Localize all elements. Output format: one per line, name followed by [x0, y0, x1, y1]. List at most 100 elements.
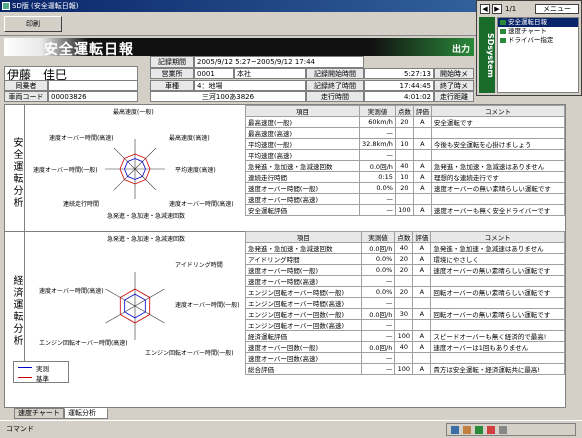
safety-cell: A	[412, 138, 432, 150]
table-row: アイドリング時間 0.0% 20 A 環境にやさしく	[245, 253, 565, 265]
economy-cell: 0.0回/h	[360, 308, 396, 320]
economy-cell: A	[412, 286, 432, 298]
tray-icon-3[interactable]	[475, 426, 483, 434]
economy-cell: —	[360, 275, 396, 287]
economy-header-1: 実測値	[360, 231, 396, 243]
safety-cell: 0.0%	[359, 182, 396, 194]
table-row: 連続走行時間 0:15 10 A 理想的な連続走行です	[245, 171, 566, 183]
safety-table: 項目 実測値 点数 評価 コメント 最高速度(一般) 60km/h 20 A 安全運転です 最高速度…	[245, 105, 566, 216]
app-icon	[2, 2, 10, 10]
safety-cell: 20	[394, 116, 414, 128]
safety-cell: 今後も安全運転を心掛けましょう	[430, 138, 566, 150]
vehicle-code-value: 00003826	[48, 91, 138, 102]
safety-cell	[394, 127, 414, 139]
economy-table: 項目 実測値 点数 評価 コメント 急発進・急加速・急減速回数 0.0回/h 40 A 急発進・急…	[245, 231, 565, 375]
economy-cell: 回転オーバーの無い素晴らしい運転です	[430, 308, 565, 320]
start-time-label: 記録開始時間	[306, 68, 364, 79]
popup-item-safety-report[interactable]: 安全運転日報	[498, 18, 578, 27]
economy-header-4: コメント	[430, 231, 565, 243]
economy-radar-label-4: エンジン回転オーバー時間(高速)	[39, 340, 128, 347]
safety-radar-label-2: 平均速度(高速)	[175, 167, 216, 174]
economy-cell: 20	[394, 264, 414, 276]
window-title: SD版 (安全運転日報)	[12, 2, 79, 10]
report-header: 安全運転日報 出力	[4, 38, 474, 58]
office-code: 0001	[194, 68, 234, 79]
economy-radar-label-1: アイドリング時間	[175, 262, 223, 269]
economy-cell: エンジン回転オーバー時間(高速)	[245, 297, 362, 309]
economy-cell: 30	[394, 308, 414, 320]
economy-header-0: 項目	[245, 231, 362, 243]
table-row: 速度オーバー時間(一般) 0.0% 20 A 速度オーバーの無い素晴らしい運転です	[245, 264, 565, 276]
safety-cell: 理想的な連続走行です	[430, 171, 566, 183]
economy-cell: —	[360, 352, 396, 364]
end-meter-label: 終了時メ	[434, 80, 474, 91]
menu-button[interactable]: メニュー	[535, 4, 579, 14]
safety-section-title: 安全運転分析	[5, 105, 25, 231]
popup-item-label: 安全運転日報	[508, 18, 547, 26]
safety-radar: 最高速度(一般) 最高速度(高速) 平均速度(高速) 速度オーバー時間(高速) …	[25, 105, 245, 231]
table-row: エンジン回転オーバー回数(高速) —	[245, 319, 565, 331]
table-row: 最高速度(一般) 60km/h 20 A 安全運転です	[245, 116, 566, 128]
safety-cell: 平均速度(高速)	[245, 149, 360, 161]
economy-cell: 総合評価	[245, 363, 362, 375]
safety-cell: —	[359, 127, 396, 139]
safety-cell	[430, 127, 566, 139]
period-label: 記録期間	[150, 56, 194, 68]
sdsystem-popup: ◀ ▶ 1/1 メニュー SDsystem 安全運転日報 速度チャート ドライバ…	[476, 0, 582, 96]
safety-cell: A	[412, 204, 432, 216]
economy-radar-label-5: 速度オーバー時間(高速)	[39, 288, 104, 295]
economy-radar-label-3: エンジン回転オーバー時間(一般)	[145, 350, 234, 357]
standard-legend-label: 基準	[36, 375, 49, 383]
measured-legend-line	[18, 367, 32, 368]
table-row: エンジン回転オーバー回数(一般) 0.0回/h 30 A 回転オーバーの無い素晴らしい運…	[245, 308, 565, 320]
tab-driving-analysis[interactable]: 運転分析	[64, 408, 108, 419]
economy-cell	[394, 319, 414, 331]
popup-item-driver-select[interactable]: ドライバー指定	[498, 36, 578, 45]
economy-cell: —	[360, 363, 396, 375]
safety-header-3: 評価	[412, 105, 432, 117]
analysis-panel: 安全運転分析 経済運転分析 最高速度(一般) 最高速度(高速) 平均速度(高速)…	[4, 104, 566, 408]
safety-radar-label-4: 急発進・急加速・急減速回数	[107, 213, 186, 220]
safety-cell: 100	[394, 204, 414, 216]
drive-time-label: 走行時間	[306, 91, 364, 102]
tray-icon-5[interactable]	[499, 426, 507, 434]
safety-radar-label-0: 最高速度(一般)	[113, 109, 154, 116]
office-name: 本社	[234, 68, 306, 79]
economy-cell: アイドリング時間	[245, 253, 362, 265]
popup-item-label: ドライバー指定	[508, 36, 554, 44]
tray-icon-1[interactable]	[451, 426, 459, 434]
economy-cell: A	[412, 330, 432, 342]
vehicle-type-label: 車種	[150, 80, 194, 91]
tab-speed-chart[interactable]: 速度チャート	[14, 408, 64, 419]
nav-back-button[interactable]: ◀	[480, 4, 490, 14]
economy-cell: 20	[394, 286, 414, 298]
economy-cell: A	[412, 341, 432, 353]
economy-cell: エンジン回転オーバー回数(高速)	[245, 319, 362, 331]
nav-forward-button[interactable]: ▶	[492, 4, 502, 14]
economy-cell: 速度オーバー回数(高速)	[245, 352, 362, 364]
economy-cell: 0.0%	[360, 264, 396, 276]
tray-icon-2[interactable]	[463, 426, 471, 434]
page-indicator: 1/1	[505, 5, 517, 13]
safety-header-0: 項目	[245, 105, 360, 117]
driver-icon	[500, 38, 506, 43]
passenger-label: 同乗者	[4, 80, 48, 91]
economy-cell: 急発進・急加速・急減速回数	[245, 242, 362, 254]
economy-cell: 速度オーバー回数(一般)	[245, 341, 362, 353]
safety-cell: 連続走行時間	[245, 171, 360, 183]
economy-cell: 急発進・急加速・急減速はありません	[430, 242, 565, 254]
start-meter-label: 開始時メ	[434, 68, 474, 79]
economy-cell: —	[360, 330, 396, 342]
economy-cell	[430, 275, 565, 287]
table-row: 速度オーバー回数(高速) —	[245, 352, 565, 364]
table-row: 速度オーバー時間(高速) —	[245, 275, 565, 287]
print-button[interactable]: 印刷	[4, 16, 62, 32]
economy-cell	[430, 297, 565, 309]
safety-cell: 60km/h	[359, 116, 396, 128]
popup-item-speed-chart[interactable]: 速度チャート	[498, 27, 578, 36]
output-label: 出力	[451, 45, 470, 55]
tray-icon-4[interactable]	[487, 426, 495, 434]
safety-cell: 速度オーバーの無い素晴らしい運転です	[430, 182, 566, 194]
safety-cell	[430, 193, 566, 205]
passenger-value	[48, 80, 138, 91]
